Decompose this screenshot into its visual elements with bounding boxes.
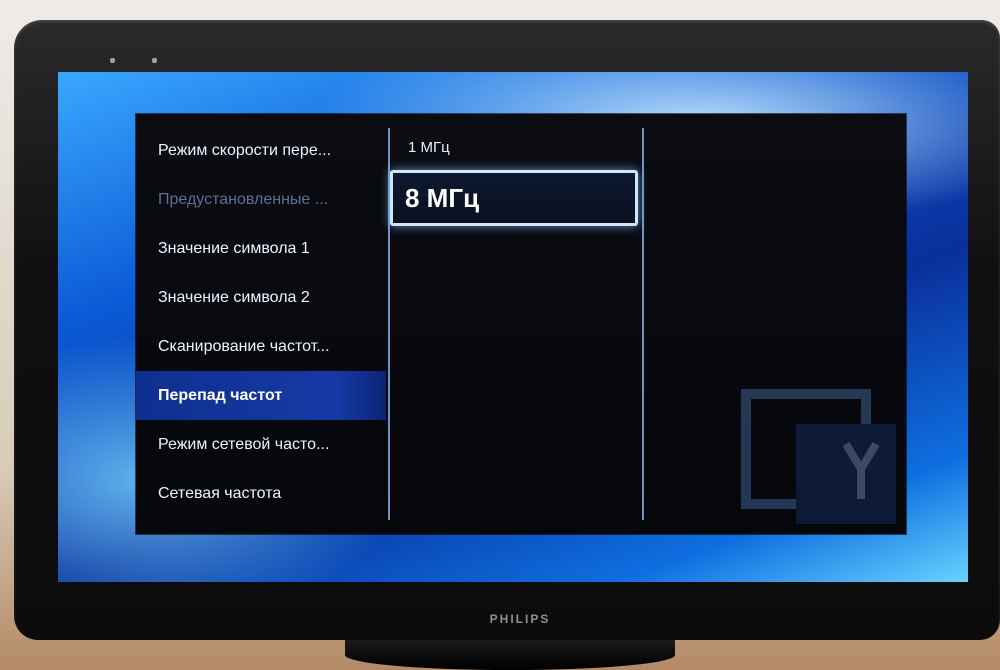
tv-screen: Режим скорости пере... Предустановленные… (58, 72, 968, 582)
menu-item-symbol-rate-1[interactable]: Значение символа 1 (136, 224, 386, 273)
menu-item-network-frequency[interactable]: Сетевая частота (136, 469, 386, 518)
menu-item-frequency-step[interactable]: Перепад частот (136, 371, 386, 420)
tv-stand (345, 640, 675, 670)
menu-item-presets: Предустановленные ... (158, 191, 329, 208)
menu-item-speed-mode[interactable]: Режим скорости пере... (136, 126, 386, 175)
sensor-icon (152, 58, 157, 63)
tv-logo-icon (741, 389, 896, 524)
brand-logo: PHILIPS (489, 612, 551, 626)
settings-menu-panel: Режим скорости пере... Предустановленные… (136, 114, 906, 534)
menu-item-network-frequency-mode[interactable]: Режим сетевой часто... (136, 420, 386, 469)
option-8mhz[interactable]: 8 МГц (390, 170, 638, 226)
settings-menu-list: Режим скорости пере... Предустановленные… (136, 126, 386, 518)
menu-item-frequency-scan[interactable]: Сканирование частот... (136, 322, 386, 371)
sensor-icon (110, 58, 115, 63)
option-1mhz[interactable]: 1 МГц (390, 126, 642, 170)
column-divider (642, 128, 644, 520)
menu-item-symbol-rate-2[interactable]: Значение символа 2 (136, 273, 386, 322)
frequency-step-options: 1 МГц 8 МГц (390, 126, 642, 226)
